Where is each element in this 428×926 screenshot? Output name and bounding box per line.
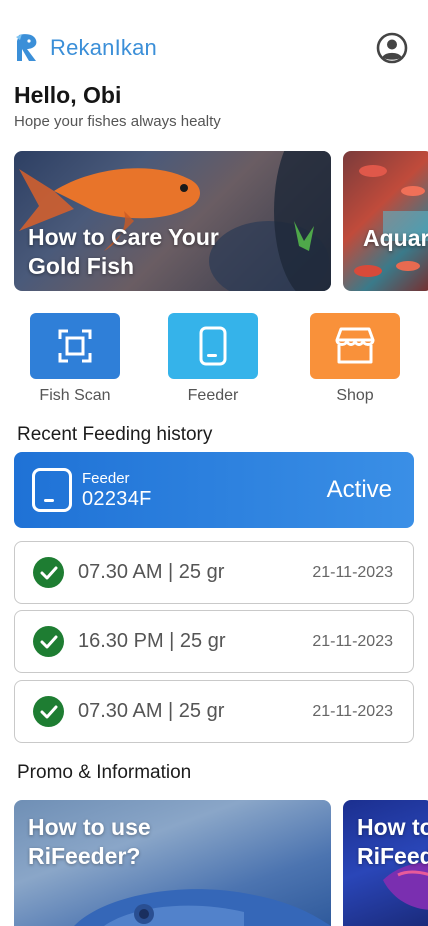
- fish-scan-label: Fish Scan: [39, 387, 111, 404]
- active-feeder-card[interactable]: Feeder 02234F Active: [14, 452, 414, 528]
- feeder-button[interactable]: [168, 313, 258, 379]
- feeding-time-amount: 07.30 AM | 25 gr: [78, 700, 225, 722]
- promo-card-rifeeder-2[interactable]: How to RiFeed: [343, 800, 428, 926]
- fish-scan-action[interactable]: Fish Scan: [30, 313, 120, 405]
- feeding-date: 21-11-2023: [312, 632, 393, 650]
- feeding-time-amount: 07.30 AM | 25 gr: [78, 561, 225, 583]
- shop-icon: [335, 327, 375, 364]
- check-circle-icon: [33, 696, 64, 727]
- feeding-history-item[interactable]: 07.30 AM | 25 gr 21-11-2023: [14, 680, 414, 743]
- promo-card-rifeeder[interactable]: How to use RiFeeder?: [14, 800, 331, 926]
- aquarium-image: [354, 165, 428, 277]
- app-header: RekanIkan: [14, 28, 408, 68]
- app-name: RekanIkan: [50, 35, 157, 60]
- promo-title: Promo & Information: [17, 762, 192, 783]
- feeder-status: Active: [326, 476, 392, 503]
- feeder-label: Feeder: [187, 387, 239, 404]
- feeding-history-item[interactable]: 16.30 PM | 25 gr 21-11-2023: [14, 610, 414, 673]
- feeder-info: Feeder 02234F: [82, 470, 327, 511]
- feeder-action[interactable]: Feeder: [168, 313, 258, 405]
- shop-action[interactable]: Shop: [310, 313, 400, 405]
- article-card-aquarium[interactable]: Aquar: [343, 151, 428, 291]
- promo-carousel[interactable]: How to use RiFeeder? How to RiFeed: [14, 800, 428, 926]
- feeder-label: Feeder: [82, 469, 130, 487]
- recent-feeding-title: Recent Feeding history: [17, 424, 213, 445]
- feeding-time-amount: 16.30 PM | 25 gr: [78, 630, 226, 652]
- feeding-date: 21-11-2023: [312, 702, 393, 720]
- shop-button[interactable]: [310, 313, 400, 379]
- check-circle-icon: [33, 557, 64, 588]
- greeting-title: Hello, Obi: [14, 82, 122, 108]
- greeting-section: Hello, Obi Hope your fishes always healt…: [14, 82, 221, 130]
- article-card-goldfish[interactable]: How to Care Your Gold Fish: [14, 151, 331, 291]
- scan-icon: [58, 329, 92, 363]
- feeding-history-item[interactable]: 07.30 AM | 25 gr 21-11-2023: [14, 541, 414, 604]
- profile-icon[interactable]: [376, 32, 408, 64]
- feeder-id: 02234F: [82, 487, 152, 510]
- shop-label: Shop: [336, 387, 374, 404]
- promo-card-title: How to use RiFeeder?: [28, 814, 151, 869]
- fish-logo-icon: [16, 34, 37, 61]
- article-carousel[interactable]: How to Care Your Gold Fish Aquar: [14, 151, 428, 291]
- fish-scan-button[interactable]: [30, 313, 120, 379]
- app-logo: RekanIkan: [14, 31, 157, 65]
- feeding-date: 21-11-2023: [312, 563, 393, 581]
- greeting-subtitle: Hope your fishes always healty: [14, 113, 221, 130]
- feeder-icon: [199, 326, 227, 366]
- promo-card-title: How to RiFeed: [357, 814, 428, 869]
- feeder-device-icon: [32, 468, 72, 512]
- article-card-title: How to Care Your Gold Fish: [28, 224, 219, 279]
- article-card-title: Aquar: [363, 225, 428, 251]
- check-circle-icon: [33, 626, 64, 657]
